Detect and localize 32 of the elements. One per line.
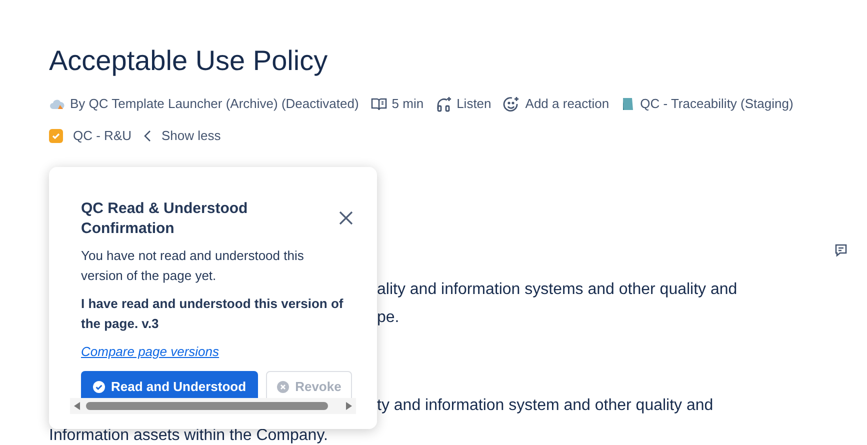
author-name: By QC Template Launcher (Archive) (Deactivated) [70, 95, 359, 114]
comment-icon[interactable] [834, 243, 848, 257]
body-text: pe. [377, 308, 400, 328]
cloud-icon [49, 98, 65, 110]
status-text: You have not read and understood this version of the page yet. [81, 247, 305, 285]
compare-versions-link[interactable]: Compare page versions [81, 343, 220, 361]
app-name[interactable]: QC - R&U [73, 126, 132, 146]
chevron-left-icon [144, 130, 152, 142]
scroll-right-icon[interactable] [346, 402, 352, 410]
check-circle-icon [93, 381, 105, 393]
body-text: ty and information system and other quality and [377, 396, 714, 416]
close-icon[interactable] [339, 211, 353, 225]
headphones-icon [436, 96, 452, 112]
read-understood-button[interactable]: Read and Understood [81, 371, 258, 398]
horizontal-scrollbar[interactable] [70, 398, 356, 414]
listen-button[interactable]: Listen [456, 94, 492, 114]
checkbox-app-icon [49, 129, 63, 143]
read-time: 5 min [392, 95, 424, 114]
scroll-left-icon[interactable] [74, 402, 80, 410]
scrollbar-thumb[interactable] [86, 402, 328, 410]
space-name[interactable]: QC - Traceability (Staging) [640, 94, 794, 114]
popup-title: QC Read & Understood Confirmation [81, 199, 249, 239]
body-text: Information assets within the Company. [49, 426, 328, 445]
show-less-button[interactable]: Show less [162, 126, 221, 146]
book-icon [370, 97, 387, 111]
body-text: ality and information systems and other quality and [377, 280, 738, 300]
space-icon [621, 97, 636, 111]
add-reaction-button[interactable]: Add a reaction [525, 94, 610, 114]
page-title: Acceptable Use Policy [49, 44, 329, 78]
add-emoji-icon [503, 96, 520, 112]
cancel-circle-icon [277, 381, 290, 393]
confirmation-statement: I have read and understood this version of the page. v.3 [81, 295, 344, 333]
